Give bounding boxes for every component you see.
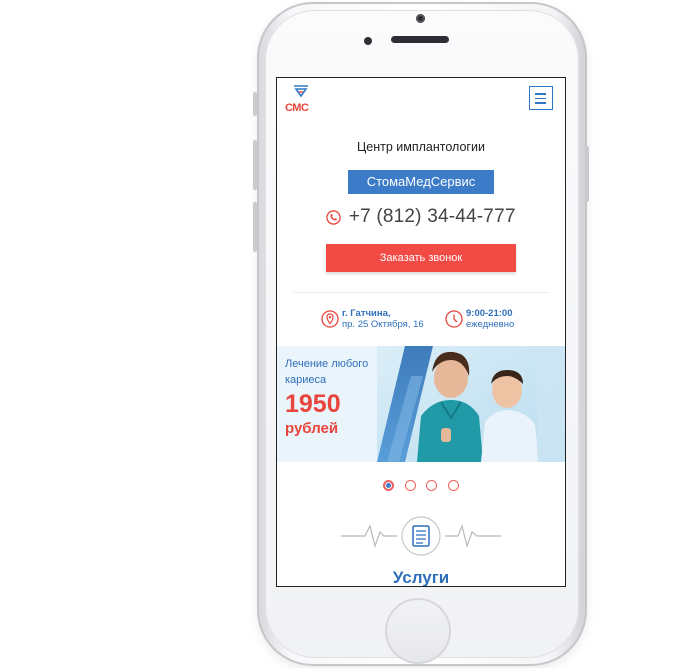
home-button[interactable] xyxy=(385,598,451,664)
hamburger-menu-button[interactable] xyxy=(529,86,553,110)
slider-pagination xyxy=(277,478,565,492)
address-city: г. Гатчина, xyxy=(342,308,391,319)
services-heartbeat-decoration xyxy=(341,516,501,556)
phone-row[interactable]: +7 (812) 34-44-777 xyxy=(277,206,565,236)
location-pin-icon xyxy=(321,310,339,328)
phone-icon xyxy=(326,209,342,225)
banner-caption-line1: Лечение любого xyxy=(285,358,369,370)
volume-up-button xyxy=(253,140,257,190)
mute-switch xyxy=(253,92,257,116)
phone-number-link[interactable]: +7 (812) 34-44-777 xyxy=(349,206,516,227)
banner-price: 1950 xyxy=(285,390,341,418)
phone-screen: СМС Центр имплантологии СтомаМедСервис +… xyxy=(276,77,566,587)
banner-caption-line2: кариеса xyxy=(285,374,327,386)
hours-days: ежедневно xyxy=(466,319,515,330)
page-subtitle: Центр имплантологии xyxy=(357,140,485,154)
earpiece-speaker xyxy=(391,36,449,43)
promo-banner-slide[interactable]: Лечение любого кариеса 1950 рублей xyxy=(277,346,565,462)
slider-dot-3[interactable] xyxy=(426,480,438,491)
contact-info-row: г. Гатчина, пр. 25 Октября, 16 9:00-21:0… xyxy=(277,306,565,334)
request-callback-button[interactable]: Заказать звонок xyxy=(326,244,516,272)
hours-time: 9:00-21:00 xyxy=(466,308,513,319)
volume-down-button xyxy=(253,202,257,252)
address-text: г. Гатчина, пр. 25 Октября, 16 xyxy=(342,308,424,330)
brand-name-badge: СтомаМедСервис xyxy=(348,170,494,194)
front-camera xyxy=(416,14,425,23)
logo-text: СМС xyxy=(285,102,309,114)
address-street: пр. 25 Октября, 16 xyxy=(342,319,424,330)
slider-dot-1[interactable] xyxy=(383,480,395,491)
site-header: СМС xyxy=(277,78,565,120)
hours-text: 9:00-21:00 ежедневно xyxy=(466,308,514,330)
tooth-logo-icon xyxy=(294,85,308,98)
banner-currency: рублей xyxy=(285,420,339,437)
proximity-sensor xyxy=(364,37,372,45)
hours-block: 9:00-21:00 ежедневно xyxy=(445,306,535,334)
services-heading: Услуги xyxy=(392,568,450,586)
clock-icon xyxy=(445,310,463,328)
banner-caption: Лечение любого кариеса xyxy=(285,356,368,388)
site-logo[interactable]: СМС xyxy=(285,84,317,118)
address-block[interactable]: г. Гатчина, пр. 25 Октября, 16 xyxy=(321,306,441,334)
dentist-patient-photo xyxy=(377,346,565,462)
power-button xyxy=(585,146,589,202)
slider-dot-2[interactable] xyxy=(404,480,416,491)
section-divider xyxy=(293,292,549,293)
slider-dot-4[interactable] xyxy=(447,480,459,491)
